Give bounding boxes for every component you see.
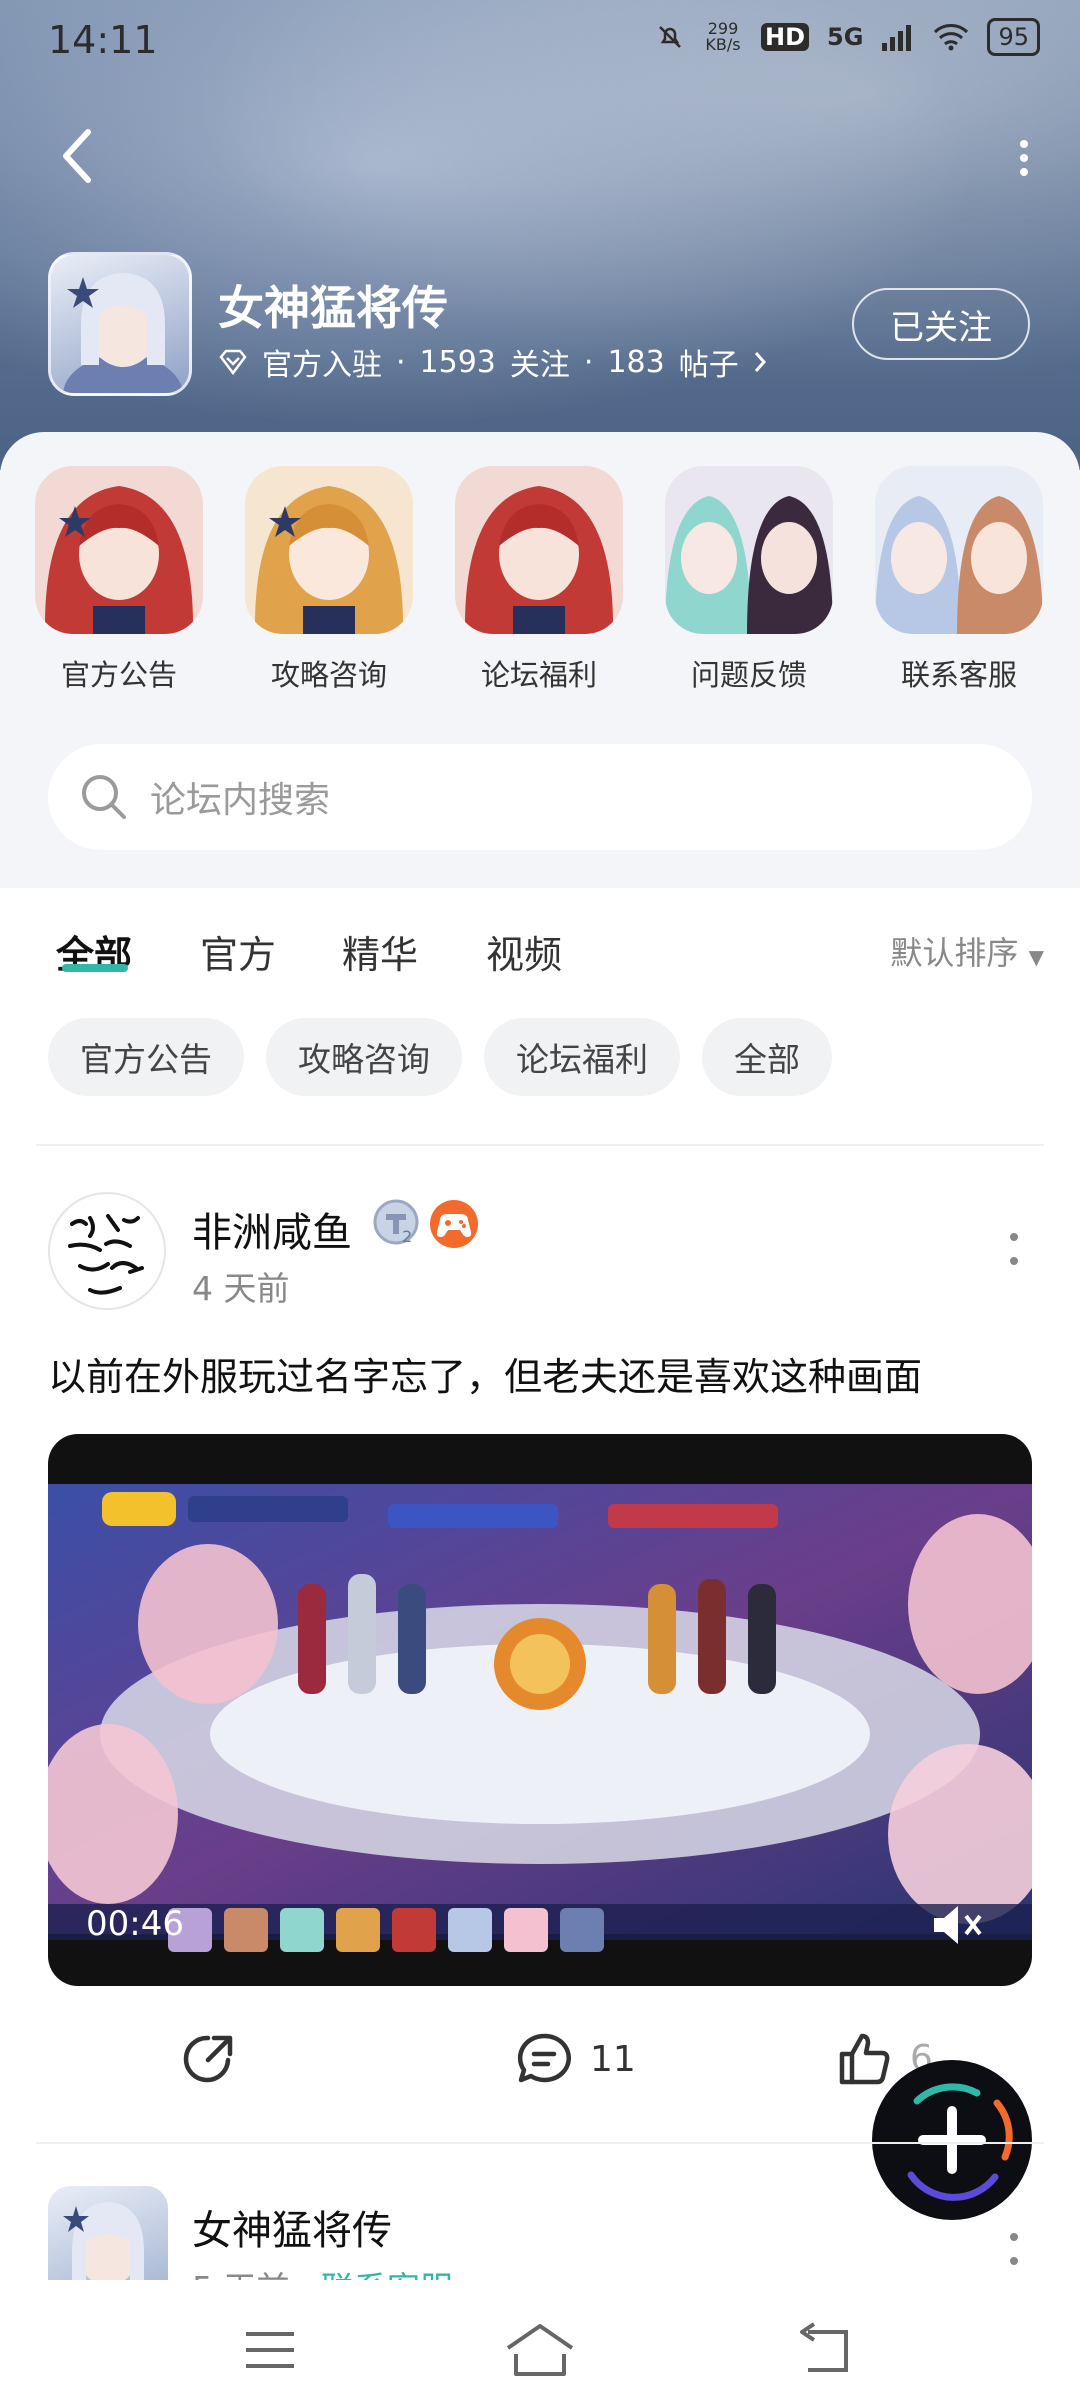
- comment-icon: [517, 2033, 572, 2083]
- video-thumbnail-art: [48, 1484, 1032, 1952]
- post-more-options-icon[interactable]: [1008, 2232, 1020, 2266]
- share-icon: [183, 2035, 233, 2083]
- shortcut-feedback[interactable]: 问题反馈: [664, 466, 834, 694]
- active-tab-indicator: [62, 964, 128, 972]
- official-badge: 官方入驻: [262, 348, 382, 383]
- follow-button[interactable]: 已关注: [852, 288, 1030, 360]
- duo-portrait-icon: [875, 466, 1043, 634]
- shortcut-label: 官方公告: [60, 658, 177, 692]
- redhead-portrait-icon: [35, 466, 203, 634]
- search-icon: [82, 775, 126, 819]
- more-options-icon[interactable]: [1016, 138, 1032, 178]
- diamond-verified-icon: [219, 349, 247, 375]
- comment-button[interactable]: 11: [514, 2030, 636, 2088]
- chevron-right-icon[interactable]: [753, 350, 767, 374]
- home-icon[interactable]: [500, 2320, 580, 2380]
- divider: [36, 2142, 1044, 2144]
- menu-icon[interactable]: [230, 2320, 310, 2380]
- mute-bell-icon: [659, 26, 681, 48]
- share-button[interactable]: [180, 2030, 238, 2088]
- signal-bars-icon: [882, 25, 912, 51]
- shortcut-customer-service[interactable]: 联系客服: [874, 466, 1044, 694]
- post-body-text[interactable]: 以前在外服玩过名字忘了，但老夫还是喜欢这种画面: [48, 1346, 922, 1401]
- posts-label[interactable]: 帖子: [679, 340, 739, 384]
- tab-official[interactable]: 官方: [200, 924, 276, 979]
- divider: [36, 1144, 1044, 1146]
- post-time: 4 天前: [192, 1269, 290, 1308]
- shortcut-label: 联系客服: [900, 658, 1017, 692]
- blonde-portrait-icon: [245, 466, 413, 634]
- game-title: 女神猛将传: [218, 281, 448, 335]
- chip-strategy[interactable]: 攻略咨询: [266, 1018, 462, 1096]
- plus-icon: [880, 2068, 1024, 2212]
- status-icons: 299 KB/s HD 5G 95: [655, 18, 1040, 56]
- handwriting-avatar-art: [68, 1214, 144, 1295]
- chip-all[interactable]: 全部: [702, 1018, 832, 1096]
- chip-forum-benefits[interactable]: 论坛福利: [484, 1018, 680, 1096]
- caret-down-icon: ▼: [1028, 945, 1044, 969]
- search-placeholder: 论坛内搜索: [150, 780, 331, 821]
- post-more-options-icon[interactable]: [1008, 1232, 1020, 1266]
- wifi-icon: [934, 24, 969, 51]
- tab-featured[interactable]: 精华: [342, 924, 418, 979]
- post-filter-tabs: 全部 官方 精华 视频 默认排序 ▼: [0, 888, 1080, 998]
- shortcut-label: 问题反馈: [690, 658, 807, 692]
- create-post-button[interactable]: [872, 2060, 1032, 2220]
- post-video-player[interactable]: 00:46: [48, 1434, 1032, 1986]
- shortcut-label: 论坛福利: [480, 658, 597, 692]
- status-bar: 14:11 299 KB/s HD 5G 95: [0, 0, 1080, 80]
- posts-count[interactable]: 183: [607, 345, 664, 380]
- back-icon[interactable]: [784, 2320, 864, 2380]
- redhead-portrait-icon: [455, 466, 623, 634]
- game-avatar-art: [63, 273, 183, 393]
- comment-count: 11: [590, 2038, 636, 2080]
- shortcut-strategy[interactable]: 攻略咨询: [244, 466, 414, 694]
- chip-official-notice[interactable]: 官方公告: [48, 1018, 244, 1096]
- followers-label: 关注: [509, 348, 570, 383]
- system-navigation-bar: [0, 2280, 1080, 2408]
- signal-label: 5G: [827, 23, 864, 51]
- gamepad-badge-icon: [430, 1200, 478, 1248]
- level-number: 2: [402, 1227, 412, 1246]
- tab-video[interactable]: 视频: [486, 924, 562, 979]
- sort-label: 默认排序: [890, 934, 1019, 972]
- level-badge-icon: 2: [373, 1199, 419, 1246]
- followers-count: 1593: [419, 344, 496, 380]
- hd-badge: HD: [761, 23, 810, 51]
- net-speed: 299 KB/s: [705, 19, 741, 54]
- meta-dot: ·: [583, 344, 594, 380]
- forum-search-bar[interactable]: 论坛内搜索: [48, 744, 1032, 850]
- back-arrow-icon[interactable]: [58, 126, 98, 186]
- game-avatar: [48, 252, 192, 396]
- sort-dropdown[interactable]: 默认排序 ▼: [890, 928, 1044, 974]
- shortcut-label: 攻略咨询: [270, 658, 387, 692]
- shortcut-forum-benefits[interactable]: 论坛福利: [454, 466, 624, 694]
- battery-indicator: 95: [987, 18, 1040, 56]
- author-avatar[interactable]: [48, 1192, 166, 1310]
- post-author-name[interactable]: 非洲咸鱼: [192, 1200, 352, 1258]
- game-meta: 官方入驻 · 1593 关注 · 183 帖子: [218, 340, 767, 384]
- mute-speaker-icon[interactable]: [928, 1900, 984, 1950]
- duo-portrait-icon: [665, 466, 833, 634]
- shortcut-official-notice[interactable]: 官方公告: [34, 466, 204, 694]
- video-duration: 00:46: [86, 1904, 184, 1944]
- post-author-name[interactable]: 女神猛将传: [192, 2198, 392, 2256]
- category-chips: 官方公告 攻略咨询 论坛福利 全部: [48, 1018, 832, 1096]
- meta-dot: ·: [396, 344, 406, 380]
- status-time: 14:11: [48, 18, 158, 62]
